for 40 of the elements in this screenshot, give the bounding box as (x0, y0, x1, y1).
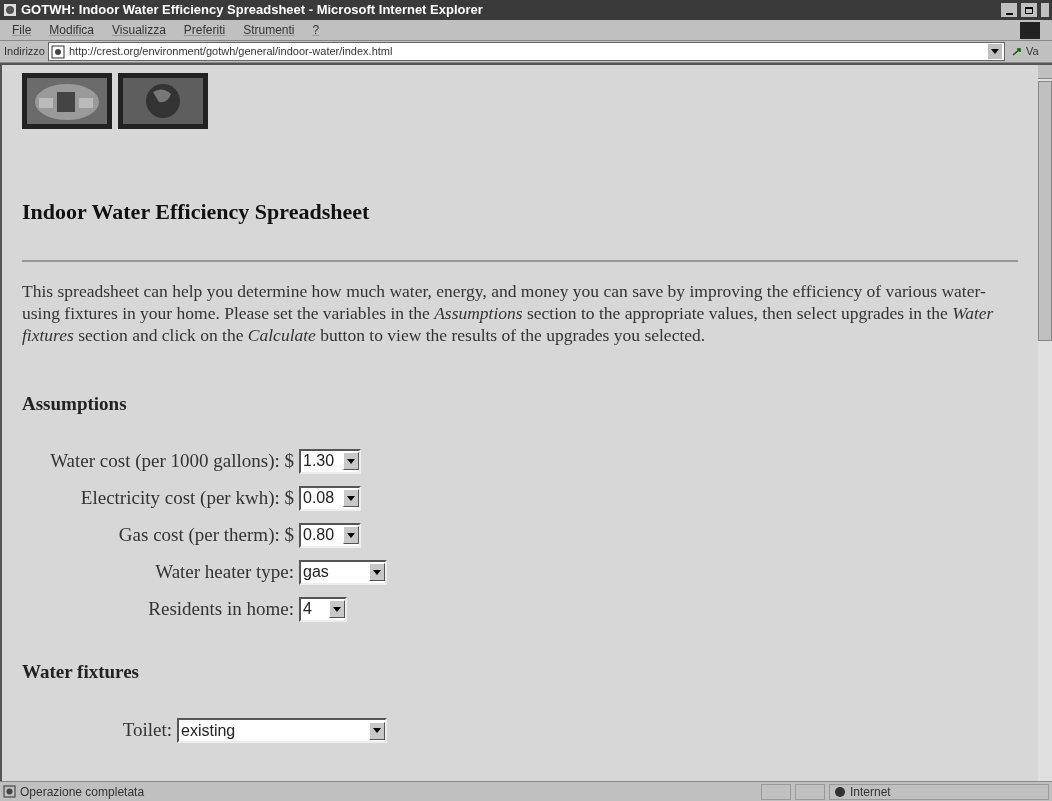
address-label: Indirizzo (4, 44, 45, 60)
arrow-icon (1012, 45, 1024, 58)
maximize-icon[interactable] (1021, 3, 1037, 17)
field-label: Toilet: (121, 718, 172, 743)
browser-icon (3, 3, 17, 17)
page-heading: Indoor Water Efficiency Spreadsheet (22, 198, 371, 226)
field-label: Water cost (per 1000 gallons): $ (49, 448, 294, 473)
minimize-icon[interactable] (1001, 3, 1017, 17)
section-heading: Water fixtures (22, 659, 140, 684)
status-panel (795, 783, 825, 800)
dropdown[interactable]: 4 (299, 596, 347, 622)
intro-paragraph: This spreadsheet can help you determine how much water, energy, and money you can save by improving the efficiency of various water-using fixtures in your home. Please set the variables in the Assumptions section to the appropriate values, then select upgrades in the Water fixtures section and click on the Calculate button to view the results of the upgrades you selected. (22, 280, 995, 346)
globe-button[interactable] (118, 73, 208, 129)
menu-item[interactable]: Visualizza (112, 21, 166, 39)
status-text: Operazione completata (20, 783, 146, 801)
dropdown[interactable]: 0.08 (299, 485, 361, 511)
menu-item[interactable]: Preferiti (183, 21, 226, 39)
menu-item[interactable]: Modifica (49, 21, 95, 39)
dropdown[interactable]: 1.30 (299, 448, 361, 474)
zone-text: Internet (850, 783, 891, 801)
go-button[interactable]: Va (1008, 42, 1048, 61)
field-label: Gas cost (per therm): $ (117, 522, 294, 547)
address-field[interactable]: http://crest.org/environment/gotwh/general/indoor-water/index.html (47, 42, 1005, 61)
field-label: Water heater type: (154, 559, 294, 584)
status-panel (761, 783, 791, 800)
menu-item[interactable]: File (12, 21, 32, 39)
scrollbar[interactable] (1038, 65, 1052, 781)
section-heading: Assumptions (22, 392, 128, 416)
globe-icon (123, 78, 203, 124)
page-icon (3, 785, 16, 798)
globe-icon (834, 785, 846, 798)
dropdown[interactable]: 0.80 (299, 522, 361, 548)
field-label: Residents in home: (147, 596, 294, 621)
menu-item[interactable]: Strumenti (243, 21, 295, 39)
dropdown[interactable]: existing (177, 718, 387, 743)
field-label: Electricity cost (per kwh): $ (79, 485, 294, 510)
menu-item[interactable]: ? (312, 21, 320, 39)
dropdown[interactable]: gas (299, 559, 387, 585)
page-icon (50, 44, 65, 59)
window-title: GOTWH: Indoor Water Efficiency Spreadsheet - Microsoft Internet Explorer (21, 1, 484, 20)
